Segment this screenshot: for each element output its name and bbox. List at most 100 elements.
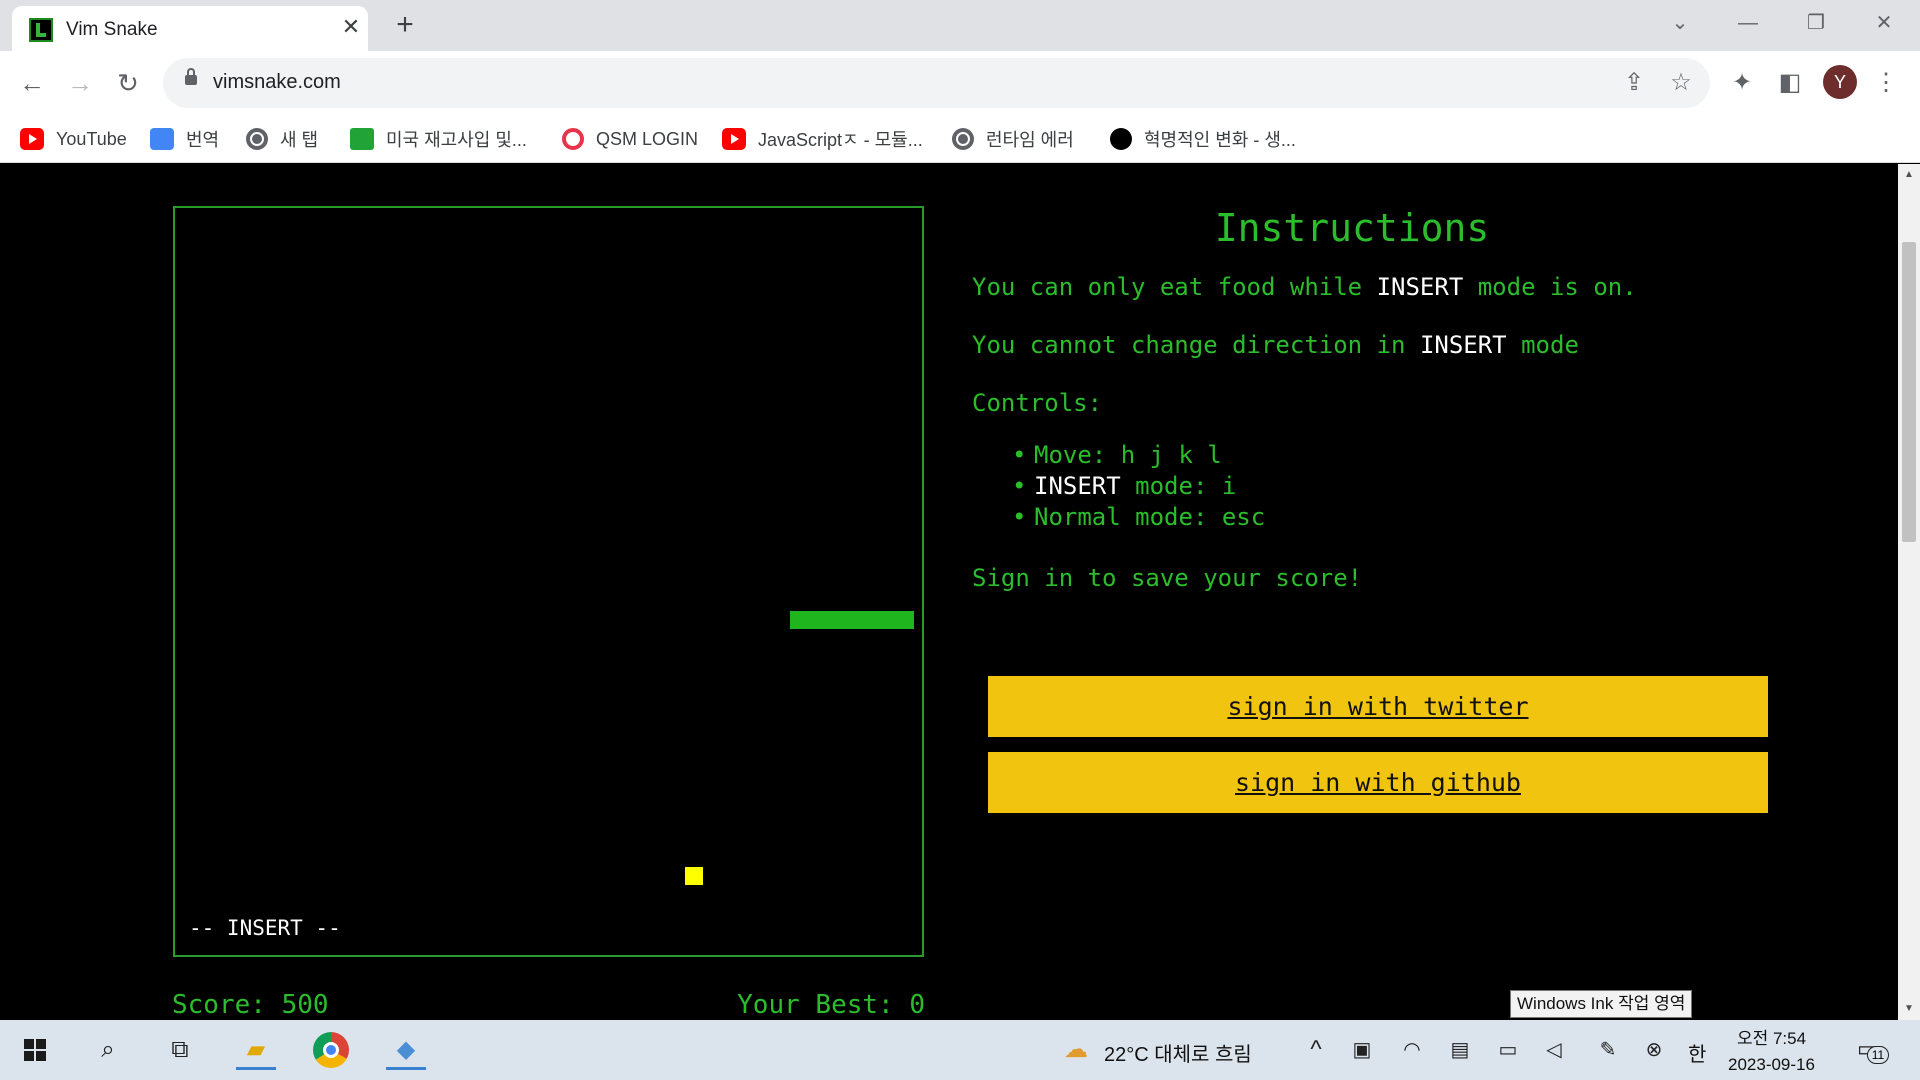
page-content: -- INSERT -- Score: 500 Your Best: 0 Ins…: [0, 164, 1898, 1020]
system-clock[interactable]: 오전 7:54 2023-09-16: [1728, 1026, 1815, 1078]
bookmark-star-icon[interactable]: ☆: [1666, 68, 1696, 98]
insert-keyword: INSERT: [1034, 472, 1121, 500]
lock-icon[interactable]: [185, 68, 197, 85]
notification-center-icon[interactable]: ▭ 11: [1857, 1036, 1889, 1064]
address-bar[interactable]: vimsnake.com ⇪ ☆: [163, 58, 1710, 108]
youtube-icon: [20, 128, 44, 150]
text: mode: [1506, 331, 1579, 359]
minimize-button[interactable]: —: [1728, 8, 1768, 38]
text: Move: h j k l: [1034, 441, 1222, 469]
control-insert: INSERT mode: i: [1012, 471, 1732, 502]
browser-toolbar: ← → ↻ vimsnake.com ⇪ ☆ ✦ ◧ Y ⋮: [0, 51, 1920, 115]
close-tab-icon[interactable]: ✕: [338, 14, 364, 40]
tab-strip: Vim Snake ✕ + ⌄ — ❐ ✕: [0, 0, 1920, 51]
globe-icon: [246, 128, 268, 150]
search-icon[interactable]: ⌕: [88, 1030, 128, 1070]
notepad-app-icon[interactable]: ◆: [386, 1030, 426, 1070]
chrome-taskbar-icon[interactable]: [313, 1032, 349, 1068]
controls-heading: Controls:: [972, 389, 1103, 417]
score-display: Score: 500: [172, 990, 329, 1020]
bookmark-label: 런타임 에러: [986, 130, 1074, 150]
clock-time: 오전 7:54: [1736, 1029, 1807, 1048]
food: [685, 867, 703, 885]
bookmark-item[interactable]: 혁명적인 변화 - 생...: [1110, 125, 1296, 153]
windows-start-icon[interactable]: [24, 1039, 46, 1061]
scroll-down-arrow-icon[interactable]: ▼: [1902, 1002, 1916, 1016]
game-board[interactable]: -- INSERT --: [173, 206, 924, 957]
instruction-eat-food: You can only eat food while INSERT mode …: [972, 272, 1732, 302]
back-button[interactable]: ←: [14, 65, 50, 101]
bookmark-label: 새 탭: [280, 130, 319, 150]
bookmark-label: 번역: [186, 130, 220, 150]
black-dot-icon: [1110, 128, 1132, 150]
meet-now-icon[interactable]: ▣: [1342, 1030, 1382, 1070]
text: Normal mode: esc: [1034, 503, 1266, 531]
security-icon[interactable]: ▤: [1440, 1030, 1480, 1070]
vim-mode-indicator: -- INSERT --: [189, 916, 341, 940]
windows-taskbar: ⌕ ⧉ ▰ ◆ ☁ 22°C 대체로 흐림 ^ ▣ ◠ ▤ ▭ ◁ ✎ ⊗ 한 …: [0, 1020, 1920, 1080]
menu-kebab-icon[interactable]: ⋮: [1868, 65, 1904, 101]
bookmark-item[interactable]: 새 탭: [246, 125, 318, 153]
text: You can only eat food while: [972, 273, 1377, 301]
bookmark-label: 미국 재고사입 및...: [386, 130, 527, 150]
tab-search-icon[interactable]: ⌄: [1660, 8, 1700, 38]
bookmark-item[interactable]: 런타임 에러: [952, 125, 1074, 153]
forward-button[interactable]: →: [62, 65, 98, 101]
text: mode is on.: [1463, 273, 1637, 301]
bookmark-label: JavaScriptㅈ - 모듈...: [758, 130, 923, 150]
new-tab-button[interactable]: +: [390, 10, 420, 40]
bookmark-item[interactable]: YouTube: [20, 125, 127, 153]
file-explorer-icon[interactable]: ▰: [236, 1030, 276, 1070]
sign-in-twitter-button[interactable]: sign in with twitter: [988, 676, 1768, 737]
battery-icon[interactable]: ▭: [1488, 1030, 1528, 1070]
control-move: Move: h j k l: [1012, 440, 1732, 471]
snake: [790, 611, 914, 629]
bookmark-label: 혁명적인 변화 - 생...: [1144, 130, 1296, 150]
qsm-icon: [562, 128, 584, 150]
notification-count: 11: [1867, 1046, 1889, 1064]
profile-avatar[interactable]: Y: [1823, 65, 1857, 99]
scroll-thumb[interactable]: [1902, 242, 1916, 542]
ime-indicator[interactable]: 한: [1688, 1038, 1706, 1067]
bookmark-item[interactable]: 미국 재고사입 및...: [350, 125, 527, 153]
extensions-puzzle-icon[interactable]: ✦: [1724, 65, 1760, 101]
bookmark-item[interactable]: QSM LOGIN: [562, 125, 698, 153]
text: You cannot change direction in: [972, 331, 1420, 359]
volume-icon[interactable]: ◁: [1534, 1030, 1574, 1070]
instruction-direction: You cannot change direction in INSERT mo…: [972, 330, 1732, 360]
task-view-icon[interactable]: ⧉: [160, 1030, 200, 1070]
bookmark-label: QSM LOGIN: [596, 128, 699, 149]
globe-icon: [952, 128, 974, 150]
weather-cloud-icon[interactable]: ☁: [1056, 1030, 1096, 1070]
side-panel-icon[interactable]: ◧: [1772, 65, 1808, 101]
youtube-icon: [722, 128, 746, 150]
signin-prompt: Sign in to save your score!: [972, 564, 1363, 592]
instructions-title: Instructions: [1214, 206, 1490, 250]
text: mode: i: [1120, 472, 1237, 500]
browser-tab[interactable]: Vim Snake ✕: [12, 6, 368, 51]
pen-ink-icon[interactable]: ✎: [1588, 1030, 1628, 1070]
close-circle-icon[interactable]: ⊗: [1634, 1030, 1674, 1070]
controls-list: Move: h j k l INSERT mode: i Normal mode…: [1012, 440, 1732, 533]
restore-button[interactable]: ❐: [1796, 8, 1836, 38]
share-icon[interactable]: ⇪: [1619, 68, 1649, 98]
wifi-icon[interactable]: ◠: [1392, 1030, 1432, 1070]
control-normal: Normal mode: esc: [1012, 502, 1732, 533]
scroll-up-arrow-icon[interactable]: ▲: [1902, 168, 1916, 182]
insert-keyword: INSERT: [1376, 273, 1464, 301]
vimsnake-favicon-icon: [29, 18, 53, 42]
url-text[interactable]: vimsnake.com: [213, 71, 341, 94]
sign-in-github-button[interactable]: sign in with github: [988, 752, 1768, 813]
reload-button[interactable]: ↻: [110, 65, 146, 101]
weather-text[interactable]: 22°C 대체로 흐림: [1104, 1038, 1252, 1067]
bookmark-label: YouTube: [56, 128, 127, 149]
clock-date: 2023-09-16: [1728, 1055, 1815, 1074]
bookmark-item[interactable]: 번역: [150, 125, 219, 153]
close-window-button[interactable]: ✕: [1864, 8, 1904, 38]
translate-icon: [150, 128, 174, 150]
show-hidden-icons-chevron-icon[interactable]: ^: [1296, 1030, 1336, 1070]
windows-ink-tooltip: Windows Ink 작업 영역: [1510, 990, 1693, 1018]
insert-keyword: INSERT: [1419, 331, 1507, 359]
page-scrollbar[interactable]: ▲ ▼: [1898, 164, 1920, 1020]
bookmark-item[interactable]: JavaScriptㅈ - 모듈...: [722, 125, 923, 153]
